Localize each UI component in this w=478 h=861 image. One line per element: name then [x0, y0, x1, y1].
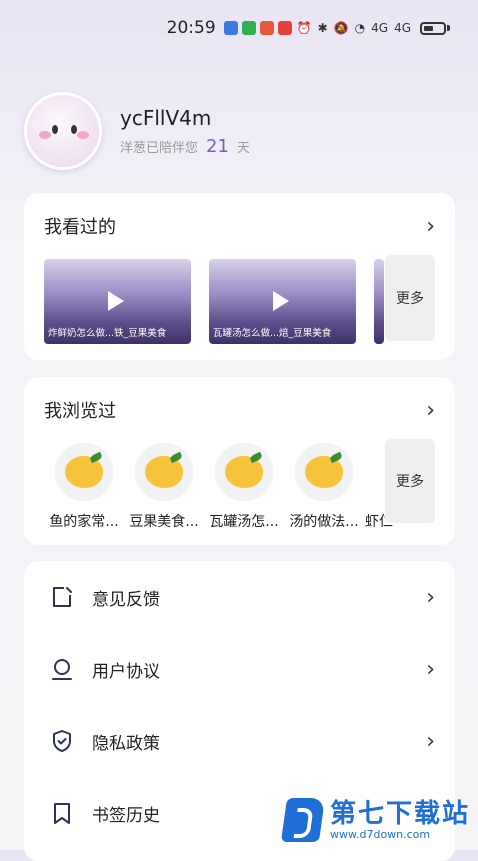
app-notification-icon	[223, 21, 238, 35]
browsed-header[interactable]: 我浏览过 ›	[24, 377, 455, 443]
chevron-right-icon: ›	[426, 728, 435, 754]
profile-header[interactable]: ycFllV4m 洋葱已陪伴您 21 天	[24, 92, 250, 170]
browsed-item-label: 汤的做法...	[289, 514, 359, 530]
status-time: 20:59	[166, 18, 216, 38]
browsed-list: 鱼的家常... 豆果美食... 瓦罐汤怎... 汤的做法... 虾仁 更多	[24, 439, 455, 531]
mute-icon: 🔕	[333, 21, 349, 35]
battery-tip	[447, 25, 450, 31]
menu-item-label: 隐私政策	[92, 733, 160, 754]
shield-icon	[53, 730, 71, 752]
watermark-url: www.d7down.com	[330, 827, 431, 841]
watched-video-list: 炸鲜奶怎么做...铁_豆果美食 瓦罐汤怎么做...焙_豆果美食 更多	[24, 255, 455, 345]
signal-icon: 4G	[394, 21, 411, 35]
browsed-item-label: 鱼的家常...	[49, 514, 119, 530]
alarm-icon: ⏰	[296, 21, 312, 35]
browsed-item-label: 豆果美食...	[129, 514, 199, 530]
companion-prefix: 洋葱已陪伴您	[120, 140, 199, 156]
chevron-right-icon[interactable]: ›	[426, 398, 435, 423]
wechat-icon	[241, 21, 256, 35]
chevron-right-icon[interactable]: ›	[426, 214, 435, 239]
video-caption: 炸鲜奶怎么做...铁_豆果美食	[48, 328, 167, 339]
watermark-title: 第七下载站	[330, 798, 471, 829]
recipe-image	[55, 443, 113, 501]
browsed-item[interactable]: 瓦罐汤怎...	[204, 443, 284, 531]
menu-item-privacy-policy[interactable]: 隐私政策 ›	[24, 705, 455, 777]
wifi-icon: ◔	[354, 21, 366, 35]
browsed-item[interactable]: 汤的做法...	[284, 443, 364, 531]
profile-info: ycFllV4m 洋葱已陪伴您 21 天	[120, 106, 250, 157]
browsed-item[interactable]: 豆果美食...	[124, 443, 204, 531]
bookmark-icon	[54, 803, 70, 824]
menu-item-user-agreement[interactable]: 用户协议 ›	[24, 633, 455, 705]
companion-text: 洋葱已陪伴您 21 天	[120, 136, 250, 157]
avatar-eye	[71, 125, 77, 134]
watermark-text: 第七下载站 www.d7down.com	[330, 800, 470, 841]
recipe-image	[215, 443, 273, 501]
menu-item-label: 用户协议	[92, 661, 160, 682]
signal-icon: 4G	[371, 21, 389, 35]
mango-icon	[305, 456, 343, 488]
companion-days: 21	[206, 135, 229, 157]
avatar-blush	[77, 131, 89, 139]
app-notification-icon	[277, 21, 292, 35]
browsed-more-button[interactable]: 更多	[385, 439, 435, 523]
watermark-logo-icon	[280, 798, 326, 842]
watched-header[interactable]: 我看过的 ›	[24, 193, 455, 259]
browsed-item-label: 瓦罐汤怎...	[209, 514, 279, 530]
watched-card: 我看过的 › 炸鲜奶怎么做...铁_豆果美食 瓦罐汤怎么做...焙_豆果美食 更…	[24, 193, 455, 360]
recipe-image	[135, 443, 193, 501]
video-thumbnail[interactable]: 瓦罐汤怎么做...焙_豆果美食	[209, 259, 356, 344]
status-bar: 20:59 ⏰ ✱ 🔕 ◔ 4G 4G	[0, 0, 478, 56]
companion-days-unit: 天	[236, 140, 250, 156]
avatar-blush	[39, 131, 51, 139]
mango-icon	[225, 456, 263, 488]
edit-icon	[53, 587, 72, 607]
battery-icon	[420, 21, 446, 35]
username: ycFllV4m	[120, 105, 212, 130]
chevron-right-icon: ›	[426, 656, 435, 682]
mango-icon	[65, 456, 103, 488]
app-notification-icon	[259, 21, 274, 35]
play-icon	[108, 291, 124, 311]
avatar[interactable]	[24, 92, 102, 170]
watermark: 第七下载站 www.d7down.com	[280, 798, 470, 842]
video-thumbnail-partial[interactable]	[374, 259, 384, 344]
browsed-card: 我浏览过 › 鱼的家常... 豆果美食... 瓦罐汤怎... 汤的做法... 虾…	[24, 377, 455, 545]
menu-item-feedback[interactable]: 意见反馈 ›	[24, 561, 455, 633]
play-icon	[273, 291, 289, 311]
chevron-right-icon: ›	[426, 584, 435, 610]
video-caption: 瓦罐汤怎么做...焙_豆果美食	[213, 328, 332, 339]
avatar-eye	[52, 125, 58, 134]
user-icon	[52, 659, 72, 680]
video-thumbnail[interactable]: 炸鲜奶怎么做...铁_豆果美食	[44, 259, 191, 344]
mango-icon	[145, 456, 183, 488]
watched-more-button[interactable]: 更多	[385, 255, 435, 341]
browsed-title: 我浏览过	[44, 401, 116, 422]
watched-title: 我看过的	[44, 217, 116, 238]
bluetooth-icon: ✱	[317, 21, 328, 35]
recipe-image	[295, 443, 353, 501]
menu-item-label: 意见反馈	[92, 589, 160, 610]
browsed-item[interactable]: 鱼的家常...	[44, 443, 124, 531]
